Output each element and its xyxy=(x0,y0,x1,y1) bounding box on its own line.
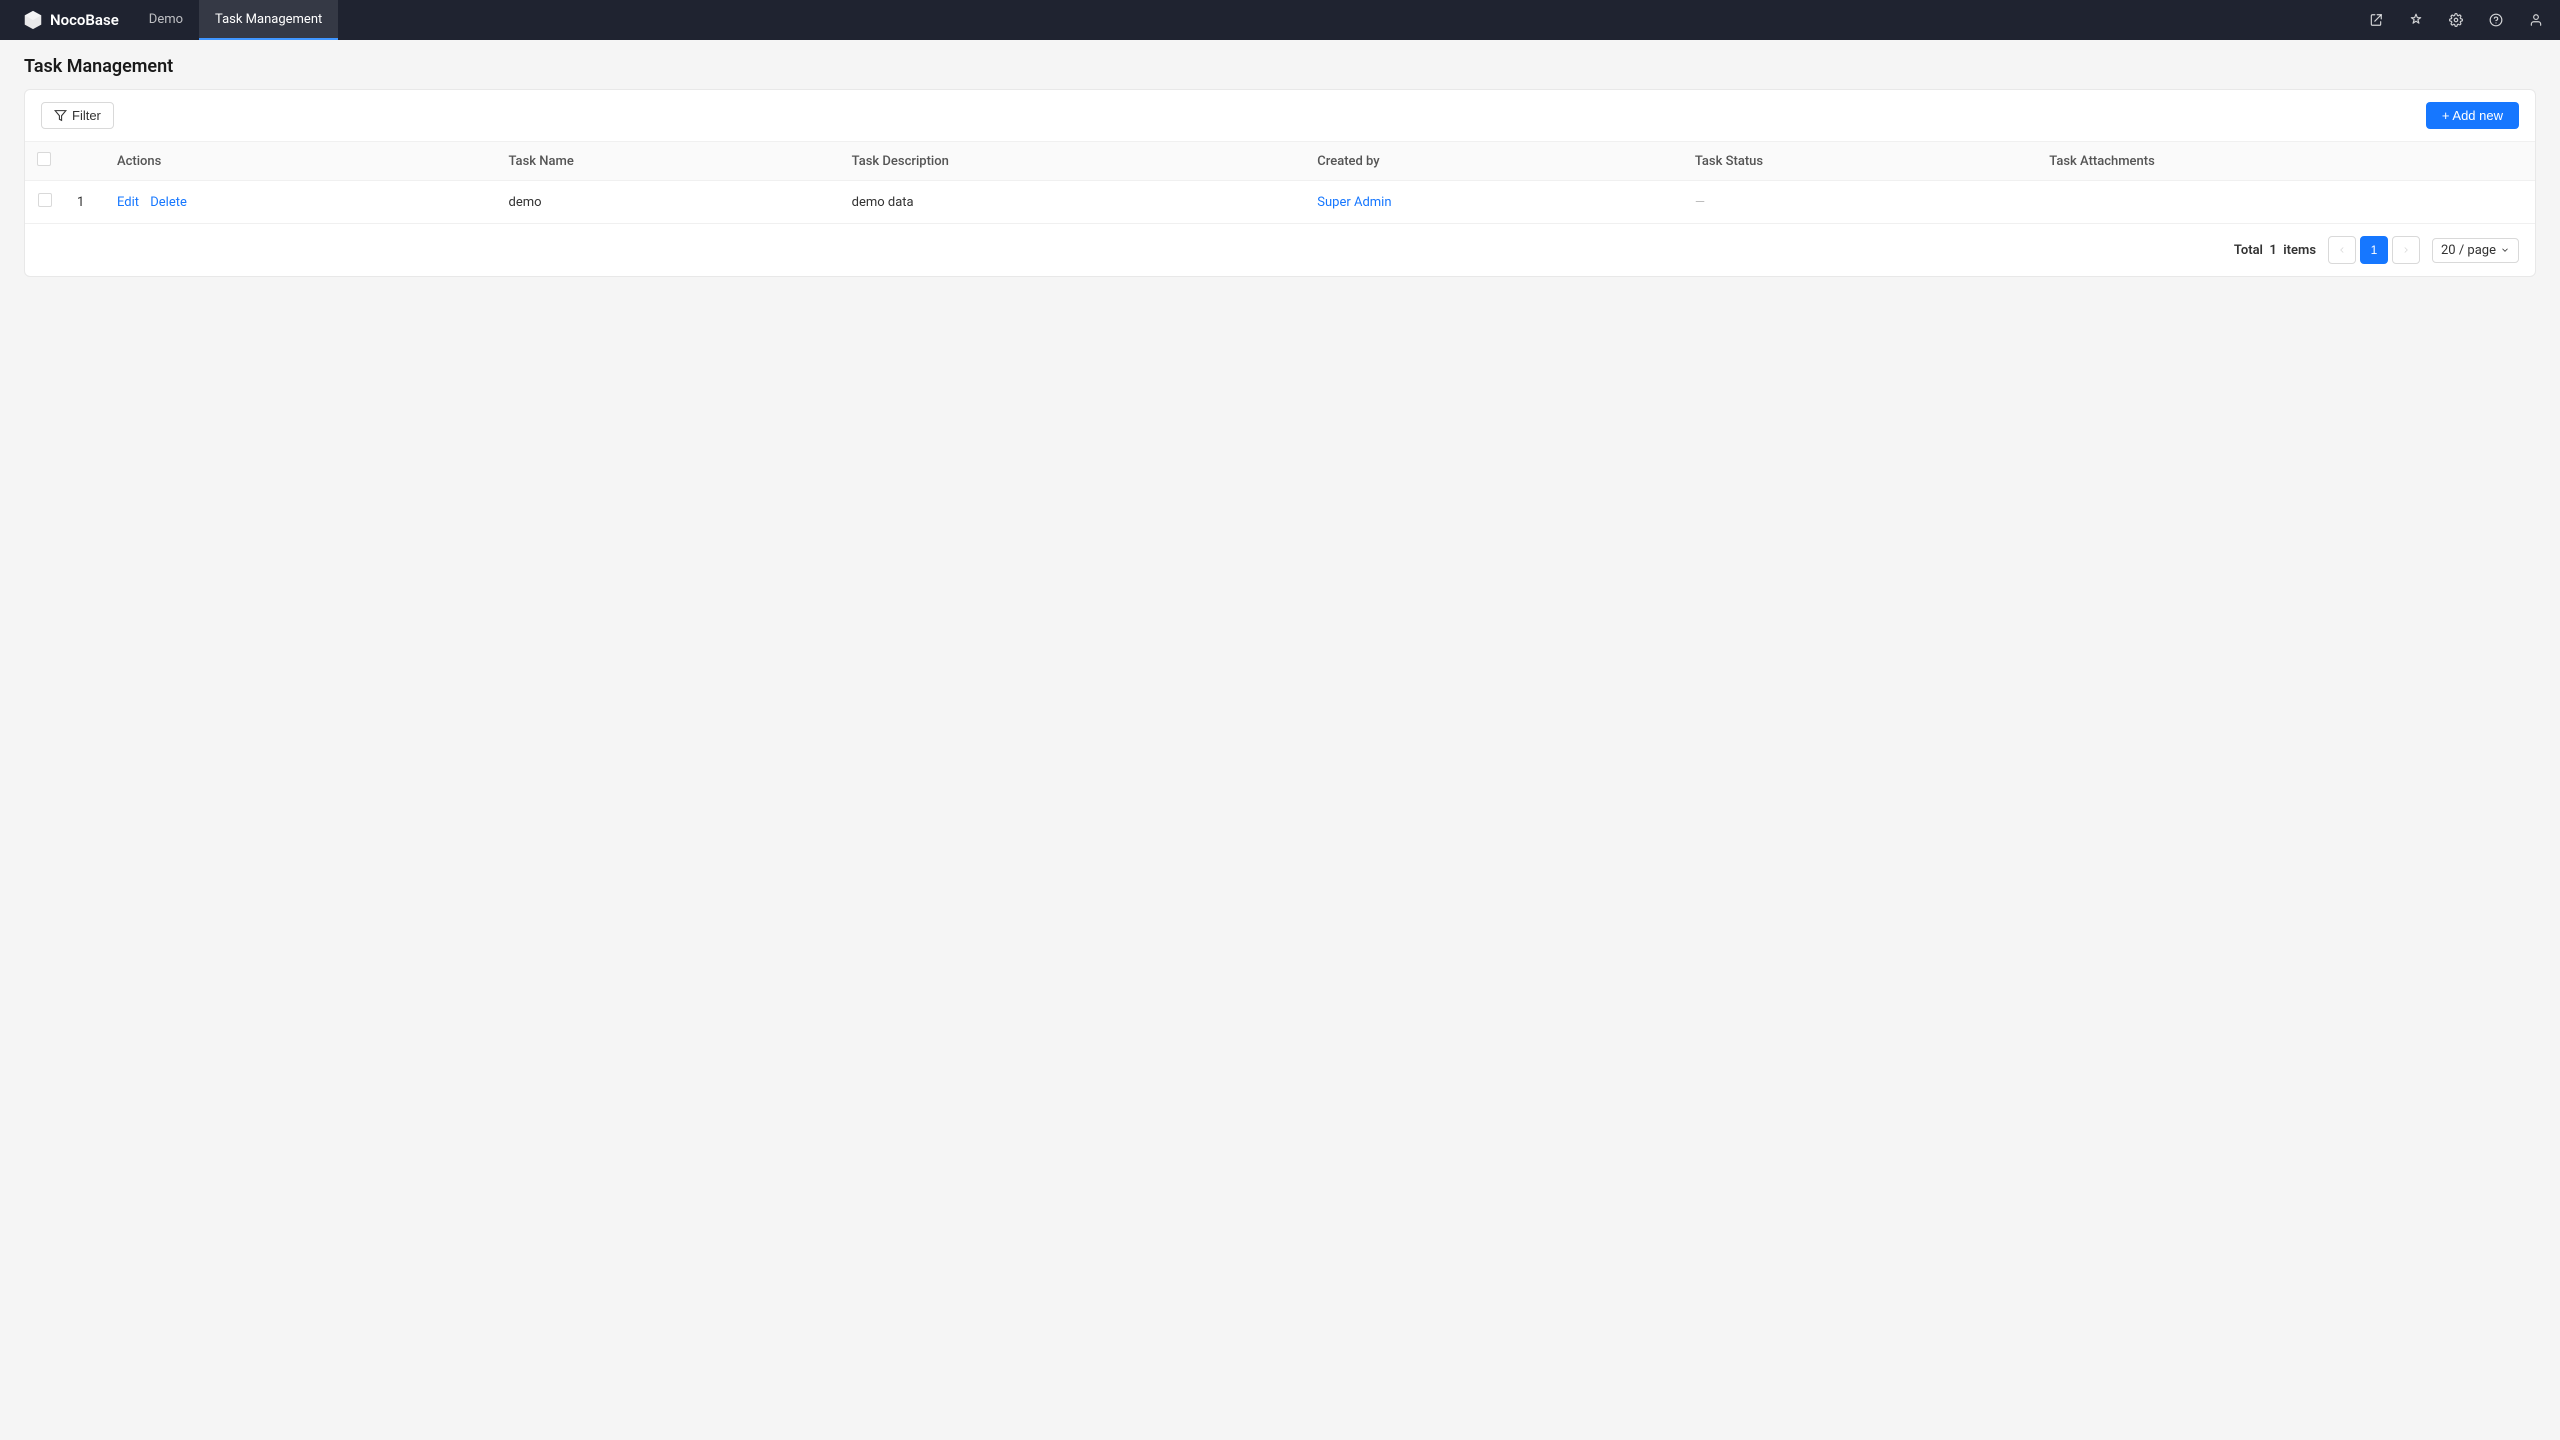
task-status-value: — xyxy=(1695,195,1705,210)
topnav: NocoBase Demo Task Management xyxy=(0,0,2560,40)
header-created-by: Created by xyxy=(1305,142,1683,181)
settings-icon[interactable] xyxy=(2444,8,2468,32)
delete-link[interactable]: Delete xyxy=(150,195,187,210)
total-count: 1 xyxy=(2269,243,2276,258)
header-actions: Actions xyxy=(105,142,496,181)
header-task-description: Task Description xyxy=(840,142,1306,181)
row-number: 1 xyxy=(65,181,105,224)
edit-link[interactable]: Edit xyxy=(117,195,139,210)
nav-tab-demo-label: Demo xyxy=(149,12,183,27)
nav-tab-task-management-label: Task Management xyxy=(215,12,322,27)
total-suffix: items xyxy=(2283,243,2316,258)
select-all-checkbox[interactable] xyxy=(37,152,51,166)
plugin-icon[interactable] xyxy=(2364,8,2388,32)
row-task-attachments xyxy=(2037,181,2535,224)
table-body: 1 Edit Delete demo demo data Super Admin… xyxy=(25,181,2535,224)
pagination-bar: Total 1 items 1 20 / page xyxy=(25,223,2535,276)
next-page-button[interactable] xyxy=(2392,236,2420,264)
table-header: Actions Task Name Task Description Creat… xyxy=(25,142,2535,181)
row-checkbox[interactable] xyxy=(38,193,52,207)
pagination-nav: 1 xyxy=(2328,236,2420,264)
pin-icon[interactable] xyxy=(2404,8,2428,32)
row-actions-cell: Edit Delete xyxy=(105,181,496,224)
page-1-button[interactable]: 1 xyxy=(2360,236,2388,264)
table-row: 1 Edit Delete demo demo data Super Admin… xyxy=(25,181,2535,224)
pagination-total: Total 1 items xyxy=(2234,243,2316,258)
nav-tab-task-management[interactable]: Task Management xyxy=(199,0,338,40)
table-container: Filter + Add new Actions Ta xyxy=(24,89,2536,277)
filter-label: Filter xyxy=(72,108,101,123)
row-task-description: demo data xyxy=(840,181,1306,224)
row-task-status: — xyxy=(1683,181,2037,224)
nocobase-logo-icon xyxy=(22,9,44,31)
table-header-row: Actions Task Name Task Description Creat… xyxy=(25,142,2535,181)
header-row-num xyxy=(65,142,105,181)
toolbar-left: Filter xyxy=(41,102,114,129)
add-new-button[interactable]: + Add new xyxy=(2426,102,2519,129)
nav-tab-demo[interactable]: Demo xyxy=(133,0,199,40)
header-task-name: Task Name xyxy=(496,142,839,181)
row-task-name: demo xyxy=(496,181,839,224)
filter-icon xyxy=(54,109,67,122)
main-content: Filter + Add new Actions Ta xyxy=(0,89,2560,301)
header-task-status: Task Status xyxy=(1683,142,2037,181)
page-header: Task Management xyxy=(0,40,2560,89)
filter-button[interactable]: Filter xyxy=(41,102,114,129)
data-table: Actions Task Name Task Description Creat… xyxy=(25,142,2535,223)
page-size-label: 20 / page xyxy=(2441,243,2496,258)
app-logo: NocoBase xyxy=(12,9,129,31)
prev-page-button[interactable] xyxy=(2328,236,2356,264)
toolbar: Filter + Add new xyxy=(25,90,2535,142)
header-checkbox-cell xyxy=(25,142,65,181)
header-task-attachments: Task Attachments xyxy=(2037,142,2535,181)
row-checkbox-cell xyxy=(25,181,65,224)
page-size-selector[interactable]: 20 / page xyxy=(2432,238,2519,263)
chevron-left-icon xyxy=(2337,245,2347,255)
chevron-down-icon xyxy=(2500,245,2510,255)
add-new-label: + Add new xyxy=(2442,108,2503,123)
user-icon[interactable] xyxy=(2524,8,2548,32)
page-title: Task Management xyxy=(24,56,2536,77)
row-created-by: Super Admin xyxy=(1305,181,1683,224)
chevron-right-icon xyxy=(2401,245,2411,255)
topnav-right-icons xyxy=(2364,8,2548,32)
created-by-link[interactable]: Super Admin xyxy=(1317,195,1391,210)
total-prefix: Total xyxy=(2234,243,2263,258)
help-icon[interactable] xyxy=(2484,8,2508,32)
logo-text: NocoBase xyxy=(50,11,119,29)
